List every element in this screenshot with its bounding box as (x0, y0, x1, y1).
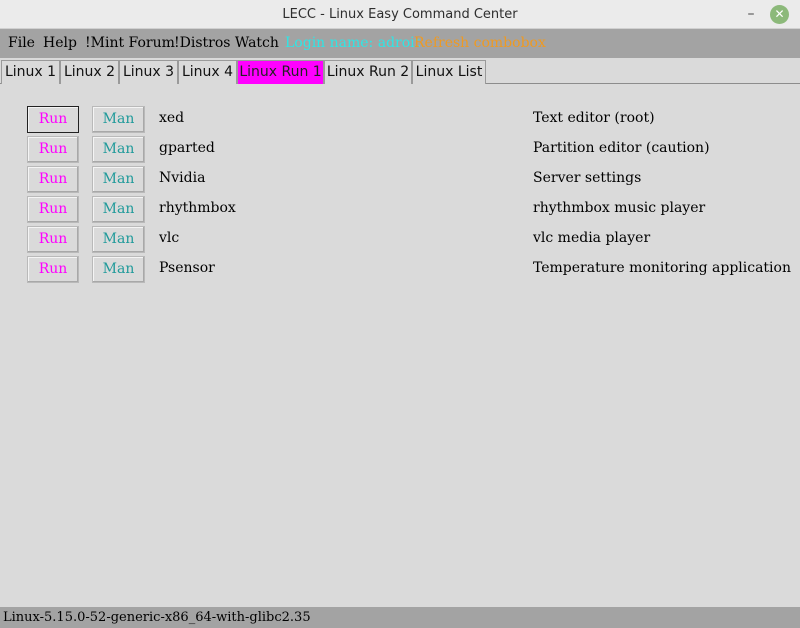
menu-mint-forum[interactable]: !Mint Forum (85, 35, 175, 51)
man-button[interactable]: Man (92, 226, 145, 253)
tab-linux-list[interactable]: Linux List (412, 60, 486, 84)
menu-bar: File Help !Mint Forum !Distros Watch Log… (0, 29, 800, 58)
command-name: Nvidia (159, 170, 206, 186)
tab-linux-1[interactable]: Linux 1 (1, 60, 60, 84)
command-name: Psensor (159, 260, 215, 276)
menu-file[interactable]: File (8, 35, 35, 51)
tab-linux-run-2[interactable]: Linux Run 2 (324, 60, 412, 84)
command-row: Run Man xed Text editor (root) (0, 104, 800, 134)
refresh-combobox-button[interactable]: Refresh combobox (414, 35, 546, 51)
minimize-icon[interactable]: – (744, 4, 758, 24)
command-description: rhythmbox music player (533, 200, 706, 216)
command-description: Temperature monitoring application (533, 260, 791, 276)
tab-linux-2[interactable]: Linux 2 (60, 60, 119, 84)
man-button[interactable]: Man (92, 256, 145, 283)
tab-linux-3[interactable]: Linux 3 (119, 60, 178, 84)
window-title: LECC - Linux Easy Command Center (282, 7, 518, 22)
command-description: Text editor (root) (533, 110, 655, 126)
command-name: vlc (159, 230, 180, 246)
run-button[interactable]: Run (27, 256, 79, 283)
command-row: Run Man Nvidia Server settings (0, 164, 800, 194)
tab-linux-4[interactable]: Linux 4 (178, 60, 237, 84)
tab-content: Run Man xed Text editor (root) Run Man g… (0, 85, 800, 607)
close-icon[interactable]: ✕ (770, 5, 789, 24)
system-info-text: Linux-5.15.0-52-generic-x86_64-with-glib… (3, 610, 311, 625)
login-name-label: Login name: adroit (285, 35, 421, 51)
man-button[interactable]: Man (92, 106, 145, 133)
command-description: Partition editor (caution) (533, 140, 710, 156)
run-button[interactable]: Run (27, 106, 79, 133)
man-button[interactable]: Man (92, 136, 145, 163)
man-button[interactable]: Man (92, 196, 145, 223)
tab-bar: Linux 1 Linux 2 Linux 3 Linux 4 Linux Ru… (0, 58, 800, 84)
command-description: Server settings (533, 170, 642, 186)
command-row: Run Man rhythmbox rhythmbox music player (0, 194, 800, 224)
command-name: rhythmbox (159, 200, 236, 216)
command-name: gparted (159, 140, 215, 156)
man-button[interactable]: Man (92, 166, 145, 193)
status-bar: Linux-5.15.0-52-generic-x86_64-with-glib… (0, 607, 800, 628)
menu-help[interactable]: Help (43, 35, 77, 51)
run-button[interactable]: Run (27, 226, 79, 253)
command-description: vlc media player (533, 230, 651, 246)
tab-linux-run-1[interactable]: Linux Run 1 (237, 60, 324, 84)
command-name: xed (159, 110, 185, 126)
run-button[interactable]: Run (27, 136, 79, 163)
command-row: Run Man vlc vlc media player (0, 224, 800, 254)
command-row: Run Man Psensor Temperature monitoring a… (0, 254, 800, 284)
title-bar: LECC - Linux Easy Command Center – ✕ (0, 0, 800, 29)
run-button[interactable]: Run (27, 196, 79, 223)
run-button[interactable]: Run (27, 166, 79, 193)
command-row: Run Man gparted Partition editor (cautio… (0, 134, 800, 164)
menu-distros-watch[interactable]: !Distros Watch (174, 35, 279, 51)
